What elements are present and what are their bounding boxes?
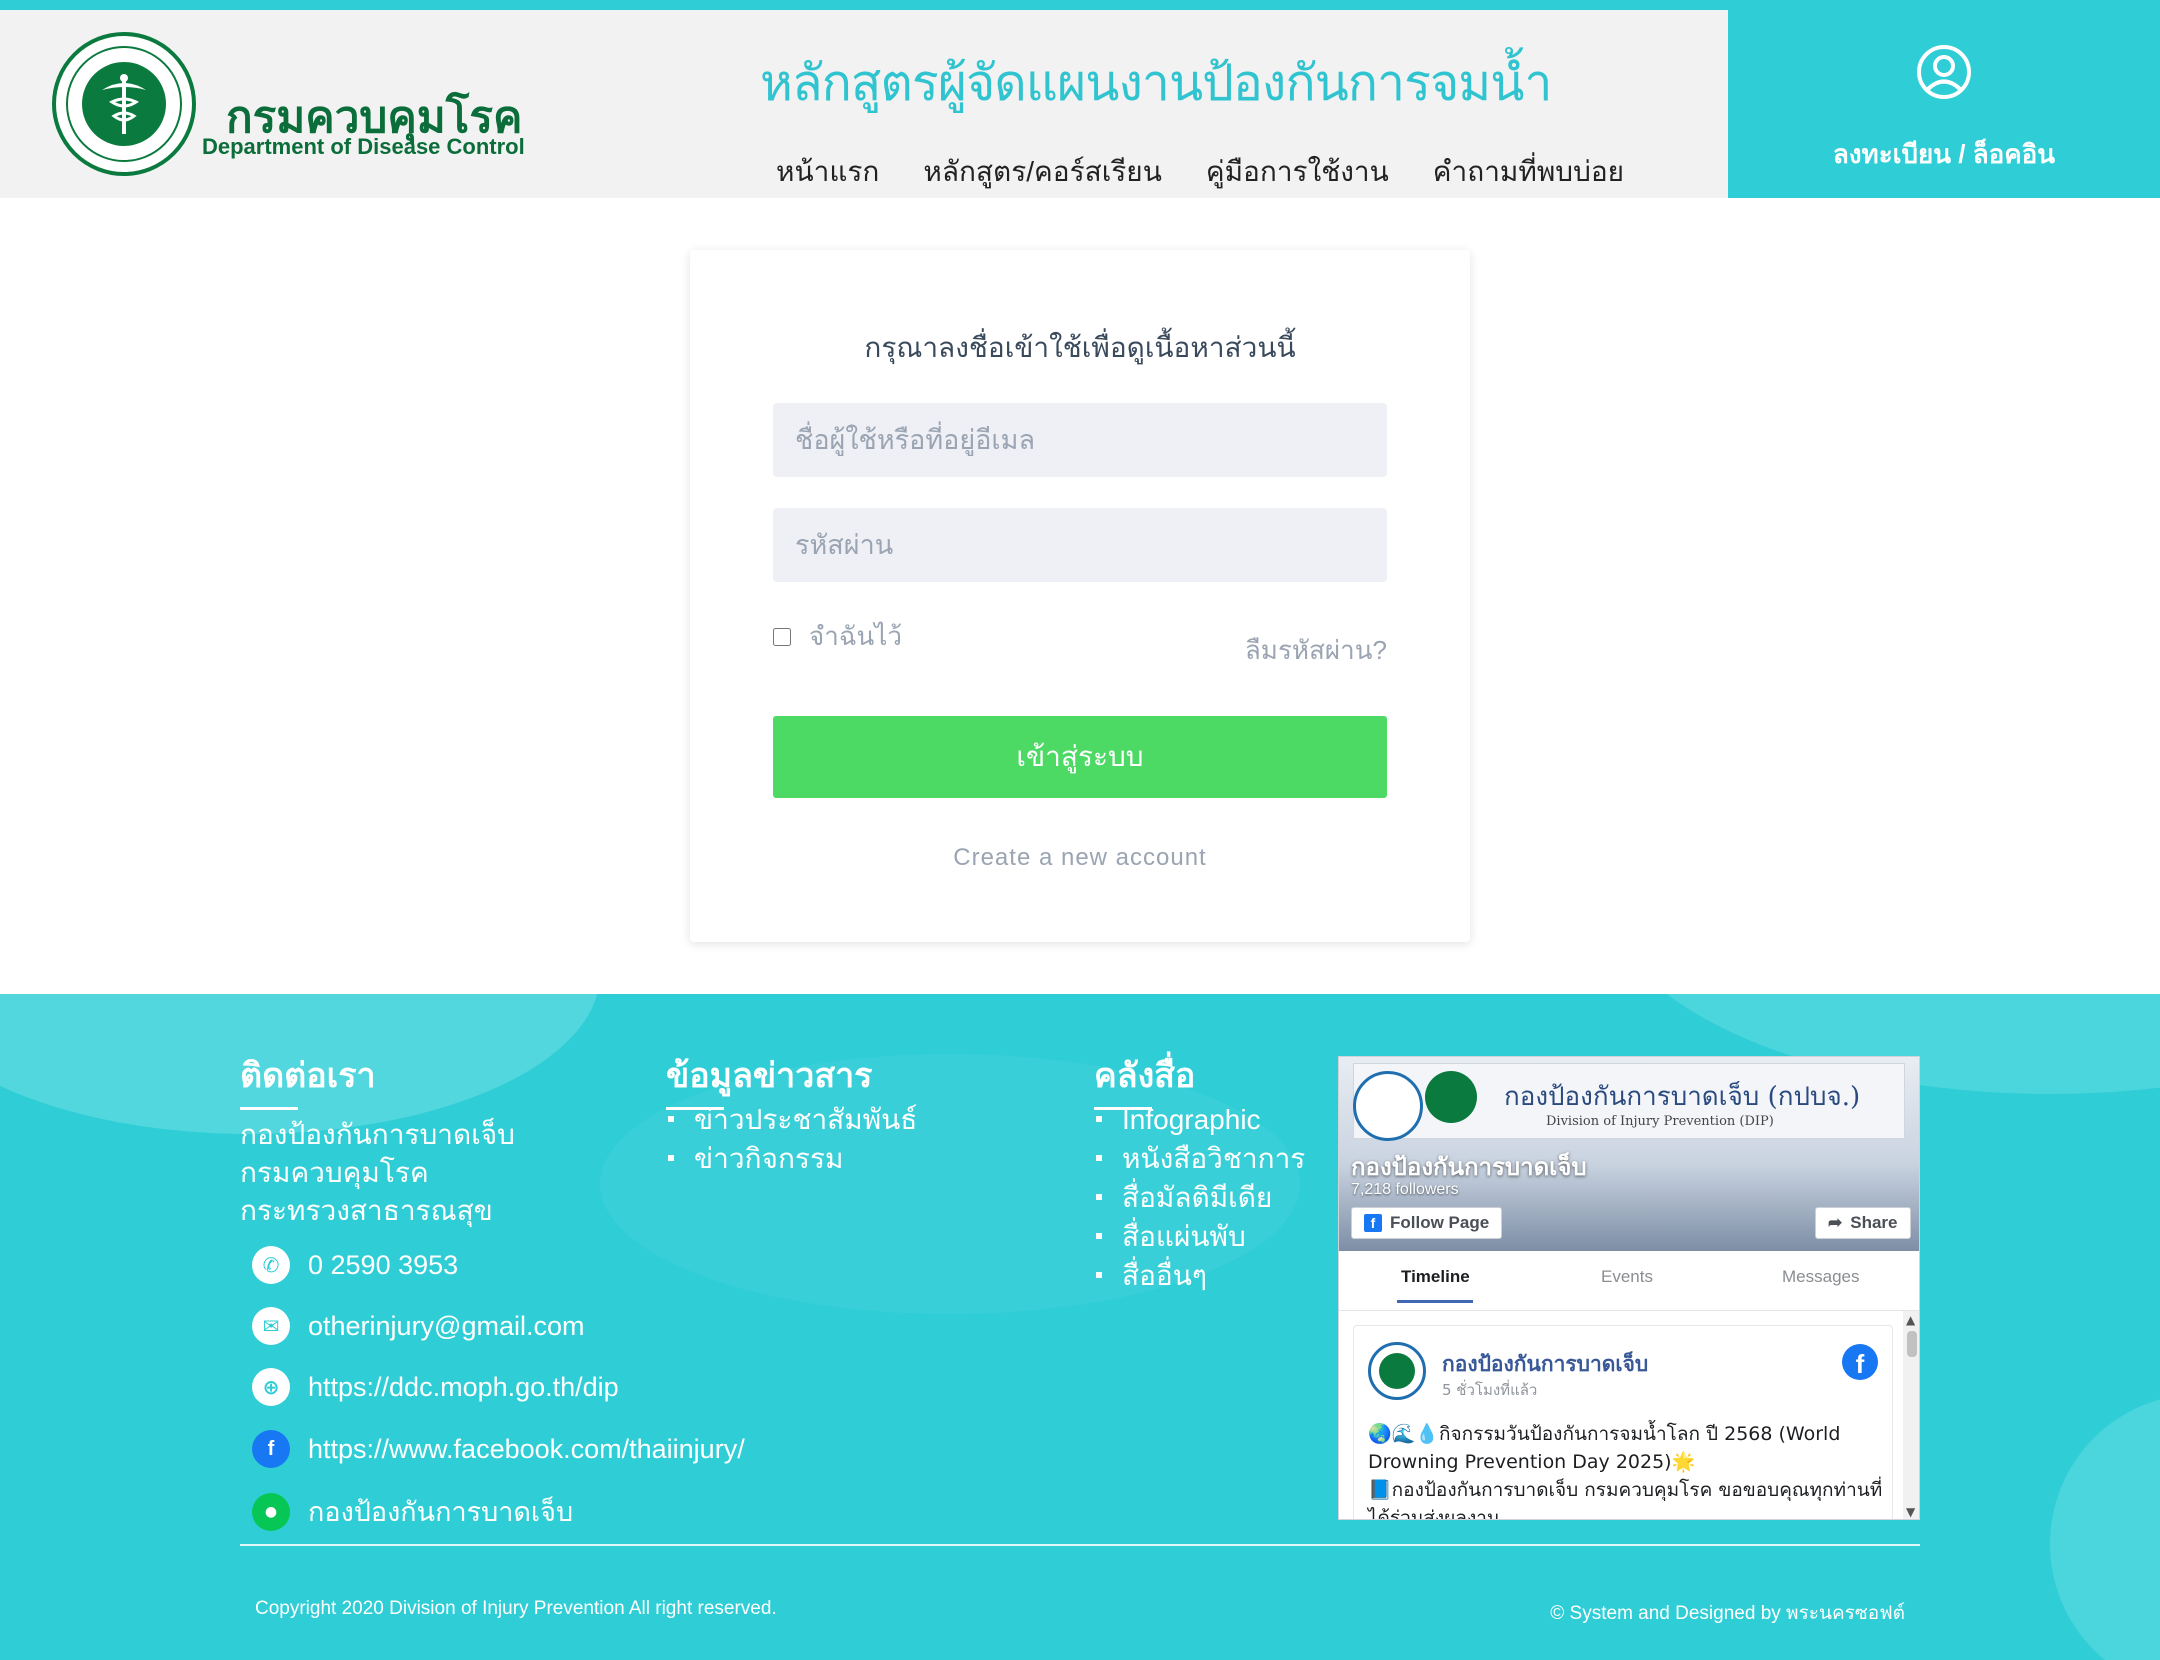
caduceus-icon — [102, 74, 146, 134]
nav-manual[interactable]: คู่มือการใช้งาน — [1206, 150, 1389, 194]
media-item[interactable]: สื่อมัลติมีเดีย — [1094, 1178, 1305, 1217]
media-item[interactable]: สื่อแผ่นพับ — [1094, 1217, 1305, 1256]
remember-checkbox[interactable] — [773, 627, 791, 646]
nav-faq[interactable]: คำถามที่พบบ่อย — [1433, 150, 1624, 194]
footer-wave — [2050, 1394, 2160, 1660]
widget-scrollbar[interactable]: ▲ ▼ — [1903, 1311, 1919, 1519]
facebook-icon: f — [1364, 1214, 1382, 1232]
website-url: https://ddc.moph.go.th/dip — [308, 1371, 619, 1402]
scroll-down-arrow-icon[interactable]: ▼ — [1906, 1505, 1915, 1519]
tab-timeline[interactable]: Timeline — [1397, 1267, 1473, 1303]
news-item[interactable]: ข่าวกิจกรรม — [666, 1139, 917, 1178]
share-icon: ➦ — [1828, 1213, 1843, 1232]
password-input[interactable] — [773, 508, 1387, 582]
copyright-text: Copyright 2020 Division of Injury Preven… — [255, 1598, 777, 1619]
login-title: กรุณาลงชื่อเข้าใช้เพื่อดูเนื้อหาส่วนนี้ — [864, 332, 1296, 363]
tab-messages[interactable]: Messages — [1782, 1267, 1859, 1287]
register-login-link[interactable]: ลงทะเบียน / ล็อคอิน — [1728, 134, 2160, 175]
avatar-seal — [1379, 1353, 1415, 1389]
line-name: กองป้องกันการบาดเจ็บ — [308, 1497, 574, 1527]
facebook-page-widget: กองป้องกันการบาดเจ็บ (กปบจ.) Division of… — [1338, 1056, 1920, 1520]
site-footer: ติดต่อเรา กองป้องกันการบาดเจ็บ กรมควบคุม… — [0, 994, 2160, 1660]
media-heading: คลังสื่อ — [1094, 1048, 1195, 1110]
scrollbar-thumb[interactable] — [1907, 1331, 1917, 1357]
ministry-seal-logo[interactable] — [52, 32, 196, 176]
post-text-line: 🌏🌊💧กิจกรรมวันป้องกันการจมน้ำโลก ปี 2568 … — [1368, 1423, 1841, 1473]
footer-divider — [240, 1544, 1920, 1546]
site-header: กรมควบคุมโรค Department of Disease Contr… — [0, 10, 1728, 198]
follow-label: Follow Page — [1390, 1213, 1490, 1232]
user-circle-icon[interactable] — [1916, 44, 1972, 100]
forgot-password-link[interactable]: ลืมรหัสผ่าน? — [1245, 630, 1387, 671]
designed-by-text: © System and Designed by พระนครซอฟต์ — [1550, 1603, 1905, 1624]
address-line: กองป้องกันการบาดเจ็บ — [240, 1119, 515, 1150]
post-author[interactable]: กองป้องกันการบาดเจ็บ — [1442, 1348, 1648, 1381]
follow-page-button[interactable]: f Follow Page — [1351, 1207, 1503, 1239]
facebook-followers: 7,218 followers — [1351, 1181, 1459, 1198]
media-item[interactable]: หนังสือวิชาการ — [1094, 1139, 1305, 1178]
contact-facebook[interactable]: f https://www.facebook.com/thaiinjury/ — [252, 1430, 745, 1468]
username-input[interactable] — [773, 403, 1387, 477]
facebook-url: https://www.facebook.com/thaiinjury/ — [308, 1433, 745, 1464]
page: กรมควบคุมโรค Department of Disease Contr… — [0, 0, 2160, 1660]
share-button[interactable]: ➦ Share — [1815, 1207, 1911, 1239]
contact-heading: ติดต่อเรา — [240, 1048, 376, 1110]
contact-address: กองป้องกันการบาดเจ็บ กรมควบคุมโรค กระทรว… — [240, 1116, 515, 1230]
site-title[interactable]: หลักสูตรผู้จัดแผนงานป้องกันการจมน้ำ — [760, 44, 1553, 123]
contact-website[interactable]: ⊕ https://ddc.moph.go.th/dip — [252, 1368, 619, 1406]
remember-label: จำฉันไว้ — [809, 621, 902, 651]
tab-events[interactable]: Events — [1601, 1267, 1653, 1287]
division-seal-icon — [1353, 1071, 1423, 1141]
globe-icon: ⊕ — [252, 1368, 290, 1406]
remember-me[interactable]: จำฉันไว้ — [773, 616, 902, 657]
scroll-up-arrow-icon[interactable]: ▲ — [1906, 1313, 1915, 1327]
create-account-link[interactable]: Create a new account — [690, 844, 1470, 872]
page-avatar[interactable] — [1368, 1342, 1426, 1400]
media-list: Infographic หนังสือวิชาการ สื่อมัลติมีเด… — [1094, 1100, 1305, 1295]
media-item[interactable]: Infographic — [1094, 1100, 1305, 1139]
contact-email[interactable]: ✉ otherinjury@gmail.com — [252, 1307, 585, 1345]
news-item[interactable]: ข่าวประชาสัมพันธ์ — [666, 1100, 917, 1139]
email-icon: ✉ — [252, 1307, 290, 1345]
facebook-post: กองป้องกันการบาดเจ็บ 5 ชั่วโมงที่แล้ว f … — [1353, 1325, 1893, 1520]
cover-title: กองป้องกันการบาดเจ็บ (กปบจ.) — [1504, 1082, 1861, 1112]
login-button[interactable]: เข้าสู่ระบบ — [773, 716, 1387, 798]
org-name-english: Department of Disease Control — [202, 134, 525, 159]
media-item[interactable]: สื่ออื่นๆ — [1094, 1256, 1305, 1295]
main-nav: หน้าแรก หลักสูตร/คอร์สเรียน คู่มือการใช้… — [776, 150, 1624, 194]
cover-subtitle: Division of Injury Prevention (DIP) — [1546, 1114, 1774, 1129]
share-label: Share — [1850, 1213, 1898, 1232]
login-card: กรุณาลงชื่อเข้าใช้เพื่อดูเนื้อหาส่วนนี้ … — [690, 250, 1470, 942]
news-heading: ข้อมูลข่าวสาร — [666, 1048, 872, 1110]
post-time[interactable]: 5 ชั่วโมงที่แล้ว — [1442, 1378, 1537, 1402]
account-panel: ลงทะเบียน / ล็อคอิน — [1728, 10, 2160, 198]
facebook-icon: f — [252, 1430, 290, 1468]
post-text-line: 📘กองป้องกันการบาดเจ็บ กรมควบคุมโรค ขอขอบ… — [1368, 1479, 1883, 1520]
nav-home[interactable]: หน้าแรก — [776, 150, 879, 194]
news-list: ข่าวประชาสัมพันธ์ ข่าวกิจกรรม — [666, 1100, 917, 1178]
address-line: กรมควบคุมโรค — [240, 1157, 429, 1188]
facebook-cover-photo[interactable]: กองป้องกันการบาดเจ็บ (กปบจ.) Division of… — [1339, 1057, 1919, 1251]
top-accent-bar — [0, 0, 2160, 10]
facebook-tabs: Timeline Events Messages — [1339, 1251, 1919, 1311]
contact-phone[interactable]: ✆ 0 2590 3953 — [252, 1246, 458, 1284]
address-line: กระทรวงสาธารณสุข — [240, 1195, 493, 1226]
post-text: 🌏🌊💧กิจกรรมวันป้องกันการจมน้ำโลก ปี 2568 … — [1368, 1420, 1888, 1520]
ministry-seal-icon — [1425, 1071, 1477, 1123]
facebook-logo-icon[interactable]: f — [1842, 1344, 1878, 1380]
phone-icon: ✆ — [252, 1246, 290, 1284]
line-icon: ● — [252, 1492, 290, 1531]
contact-line[interactable]: ● กองป้องกันการบาดเจ็บ — [252, 1490, 573, 1533]
email-address: otherinjury@gmail.com — [308, 1310, 585, 1341]
phone-number: 0 2590 3953 — [308, 1249, 459, 1280]
nav-courses[interactable]: หลักสูตร/คอร์สเรียน — [923, 150, 1162, 194]
